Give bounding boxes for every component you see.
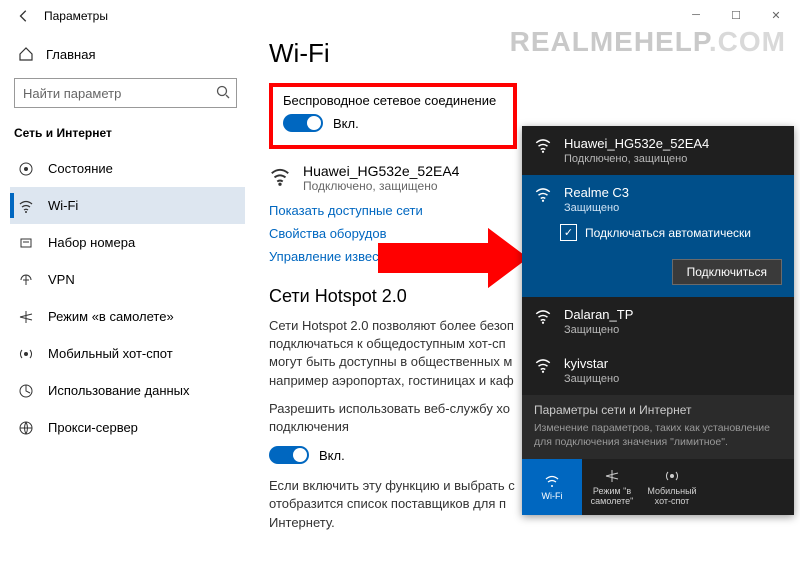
status-icon — [18, 161, 34, 177]
sidebar-item-label: Набор номера — [48, 235, 135, 250]
sidebar-item-label: Использование данных — [48, 383, 190, 398]
search-box[interactable] — [14, 78, 237, 108]
search-icon — [215, 84, 231, 100]
sidebar-item-proxy[interactable]: Прокси-сервер — [10, 409, 245, 446]
network-status: Защищено — [564, 202, 629, 214]
sidebar-item-dialup[interactable]: Набор номера — [10, 224, 245, 261]
network-name: kyivstar — [564, 356, 619, 371]
auto-connect-row[interactable]: ✓ Подключаться автоматически — [522, 224, 794, 251]
search-input[interactable] — [14, 78, 237, 108]
tile-label: Wi-Fi — [542, 491, 563, 501]
toggle-state: Вкл. — [319, 448, 345, 463]
wifi-icon — [534, 136, 552, 154]
sidebar-item-hotspot[interactable]: Мобильный хот-спот — [10, 335, 245, 372]
wifi-icon — [534, 307, 552, 325]
allow-description: Разрешить использовать веб-службу хо под… — [269, 400, 529, 436]
sidebar-item-airplane[interactable]: Режим «в самолете» — [10, 298, 245, 335]
sidebar-item-wifi[interactable]: Wi-Fi — [10, 187, 245, 224]
home-label: Главная — [46, 47, 95, 62]
footer-description: Если включить эту функцию и выбрать с от… — [269, 477, 529, 532]
maximize-button[interactable]: ☐ — [716, 0, 756, 30]
back-button[interactable] — [8, 0, 40, 32]
network-status: Подключено, защищено — [564, 153, 709, 165]
toggle-state: Вкл. — [333, 116, 359, 131]
page-title: Wi-Fi — [269, 38, 800, 69]
minimize-button[interactable]: ─ — [676, 0, 716, 30]
wifi-icon — [534, 185, 552, 203]
hotspot-description: Сети Hotspot 2.0 позволяют более безоп п… — [269, 317, 529, 390]
sidebar-item-vpn[interactable]: VPN — [10, 261, 245, 298]
flyout-network[interactable]: kyivstar Защищено — [522, 346, 794, 395]
flyout-network[interactable]: Huawei_HG532e_52EA4 Подключено, защищено — [522, 126, 794, 175]
proxy-icon — [18, 420, 34, 436]
airplane-icon — [604, 468, 620, 484]
network-flyout: Huawei_HG532e_52EA4 Подключено, защищено… — [522, 126, 794, 515]
hotspot-toggle[interactable]: Вкл. — [269, 446, 345, 464]
tile-wifi[interactable]: Wi-Fi — [522, 459, 582, 515]
network-name: Realme C3 — [564, 185, 629, 200]
sidebar-item-datausage[interactable]: Использование данных — [10, 372, 245, 409]
category-heading: Сеть и Интернет — [10, 122, 245, 150]
sidebar-item-label: Мобильный хот-спот — [48, 346, 173, 361]
airplane-icon — [18, 309, 34, 325]
sidebar-item-label: Прокси-сервер — [48, 420, 138, 435]
auto-connect-checkbox[interactable]: ✓ — [560, 224, 577, 241]
sidebar-item-label: Режим «в самолете» — [48, 309, 174, 324]
wifi-icon — [269, 165, 291, 187]
vpn-icon — [18, 272, 34, 288]
flyout-settings-heading: Параметры сети и Интернет — [534, 403, 782, 417]
network-status: Защищено — [564, 373, 619, 385]
tile-label: Мобильный хот-спот — [642, 486, 702, 506]
wireless-toggle[interactable]: Вкл. — [283, 114, 359, 132]
wifi-icon — [544, 473, 560, 489]
flyout-settings-section[interactable]: Параметры сети и Интернет Изменение пара… — [522, 395, 794, 459]
wireless-toggle-group: Беспроводное сетевое соединение Вкл. — [269, 83, 517, 149]
hotspot-icon — [18, 346, 34, 362]
wireless-label: Беспроводное сетевое соединение — [283, 93, 503, 108]
auto-connect-label: Подключаться автоматически — [585, 226, 751, 240]
home-icon — [18, 46, 34, 62]
flyout-network[interactable]: Dalaran_TP Защищено — [522, 297, 794, 346]
tile-label: Режим "в самолете" — [582, 486, 642, 506]
tile-hotspot[interactable]: Мобильный хот-спот — [642, 459, 702, 515]
sidebar-item-label: Wi-Fi — [48, 198, 78, 213]
flyout-settings-text: Изменение параметров, таких как установл… — [534, 421, 782, 449]
network-status: Защищено — [564, 324, 633, 336]
network-name: Dalaran_TP — [564, 307, 633, 322]
hotspot-icon — [664, 468, 680, 484]
close-button[interactable]: ✕ — [756, 0, 796, 30]
datausage-icon — [18, 383, 34, 399]
network-name: Huawei_HG532e_52EA4 — [564, 136, 709, 151]
tile-airplane[interactable]: Режим "в самолете" — [582, 459, 642, 515]
sidebar-item-label: VPN — [48, 272, 75, 287]
sidebar-item-label: Состояние — [48, 161, 113, 176]
wifi-icon — [534, 356, 552, 374]
wifi-icon — [18, 198, 34, 214]
current-network-name: Huawei_HG532e_52EA4 — [303, 163, 459, 179]
window-title: Параметры — [44, 9, 108, 23]
home-button[interactable]: Главная — [10, 36, 245, 72]
sidebar-item-status[interactable]: Состояние — [10, 150, 245, 187]
connect-button[interactable]: Подключиться — [672, 259, 782, 285]
dialup-icon — [18, 235, 34, 251]
flyout-network-selected[interactable]: Realme C3 Защищено — [522, 175, 794, 224]
current-network-status: Подключено, защищено — [303, 179, 459, 193]
